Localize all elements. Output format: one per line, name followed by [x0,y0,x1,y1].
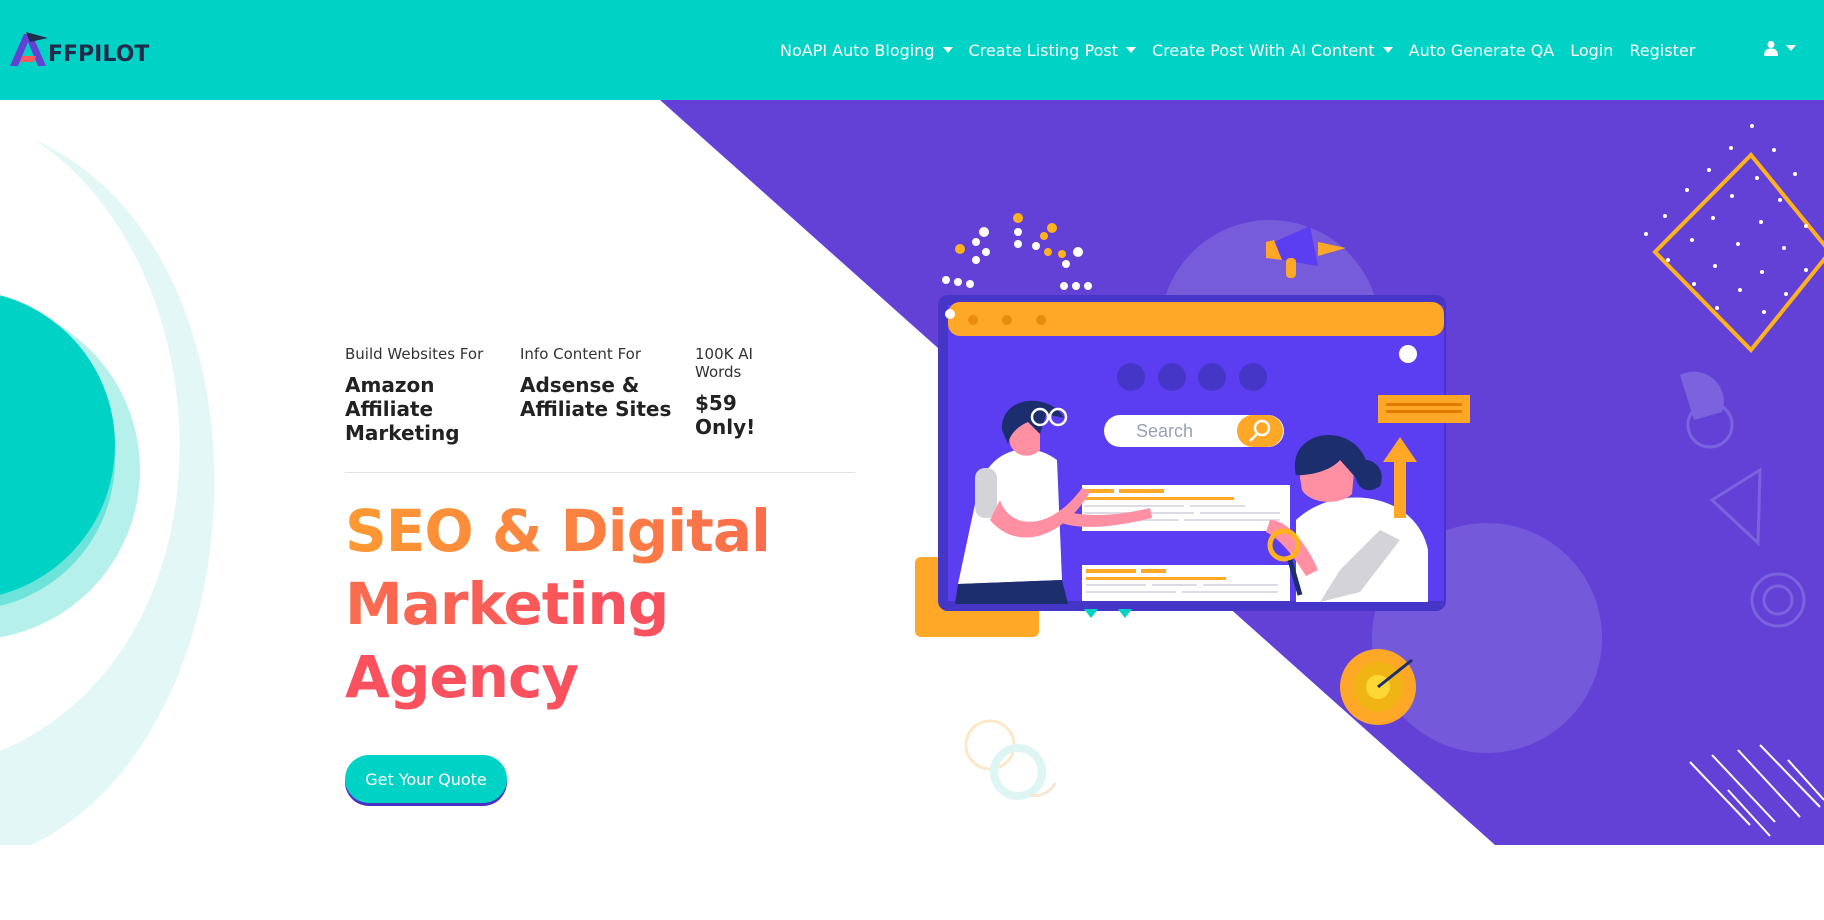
nav-create-listing-post[interactable]: Create Listing Post [969,41,1137,60]
logo-plane-icon [10,32,48,66]
nav-label: Auto Generate QA [1408,40,1555,60]
deco-ring-mint [990,744,1046,800]
nav-noapi-auto-bloging[interactable]: NoAPI Auto Bloging [780,41,953,60]
user-icon [1764,41,1778,56]
deco-ring-peach [964,719,1016,771]
feature-value: Amazon Affiliate Marketing [345,373,460,445]
logo-text: FFPILOT [48,42,150,67]
get-your-quote-button[interactable]: Get Your Quote [345,755,507,803]
caret-down-icon [1786,45,1796,51]
caret-down-icon [1126,47,1137,53]
nav-label: Register [1629,40,1696,60]
main-nav: NoAPI Auto Bloging Create Listing Post C… [780,0,1711,100]
window-indicator-dot [1399,345,1417,363]
hero-divider [345,472,855,473]
feature-value: Adsense & Affiliate Sites [520,373,672,421]
feature-value: $59 Only! [695,391,756,439]
nav-auto-generate-qa[interactable]: Auto Generate QA [1409,41,1555,60]
feature-label: 100K AI Words [695,345,753,381]
window-dot-icon [1036,315,1046,325]
caret-down-icon [942,47,953,53]
nav-label: Login [1570,40,1614,60]
hero-features: Build Websites For Amazon Affiliate Mark… [345,345,795,445]
nav-login[interactable]: Login [1570,41,1613,60]
window-dot-icon [1002,315,1012,325]
browser-window-header [948,302,1444,336]
feature-adsense-affiliate: Info Content For Adsense & Affiliate Sit… [520,345,695,445]
feature-label: Info Content For [520,345,642,363]
brand-logo[interactable]: FFPILOT [8,28,158,72]
nav-create-post-ai-content[interactable]: Create Post With AI Content [1152,41,1393,60]
hero-background: Search [0,100,1824,845]
navbar: FFPILOT NoAPI Auto Bloging Create Listin… [0,0,1824,100]
feature-amazon-affiliate: Build Websites For Amazon Affiliate Mark… [345,345,520,445]
window-dot-icon [968,315,978,325]
search-button-shape [1237,415,1283,447]
user-menu-dropdown[interactable] [1764,40,1796,56]
feature-ai-words-price: 100K AI Words $59 Only! [695,345,795,445]
nav-label: NoAPI Auto Bloging [780,40,935,60]
hero-title: SEO & Digital Marketing Agency [345,497,771,711]
hero-section: Search Build Websites For Amazon Affilia… [0,100,1824,845]
orange-label-tag [1378,395,1470,423]
nav-label: Create Post With AI Content [1152,40,1375,60]
nav-label: Create Listing Post [968,40,1119,60]
feature-label: Build Websites For [345,345,484,363]
caret-down-icon [1382,47,1393,53]
search-placeholder-text: Search [1136,421,1193,441]
nav-register[interactable]: Register [1629,41,1695,60]
